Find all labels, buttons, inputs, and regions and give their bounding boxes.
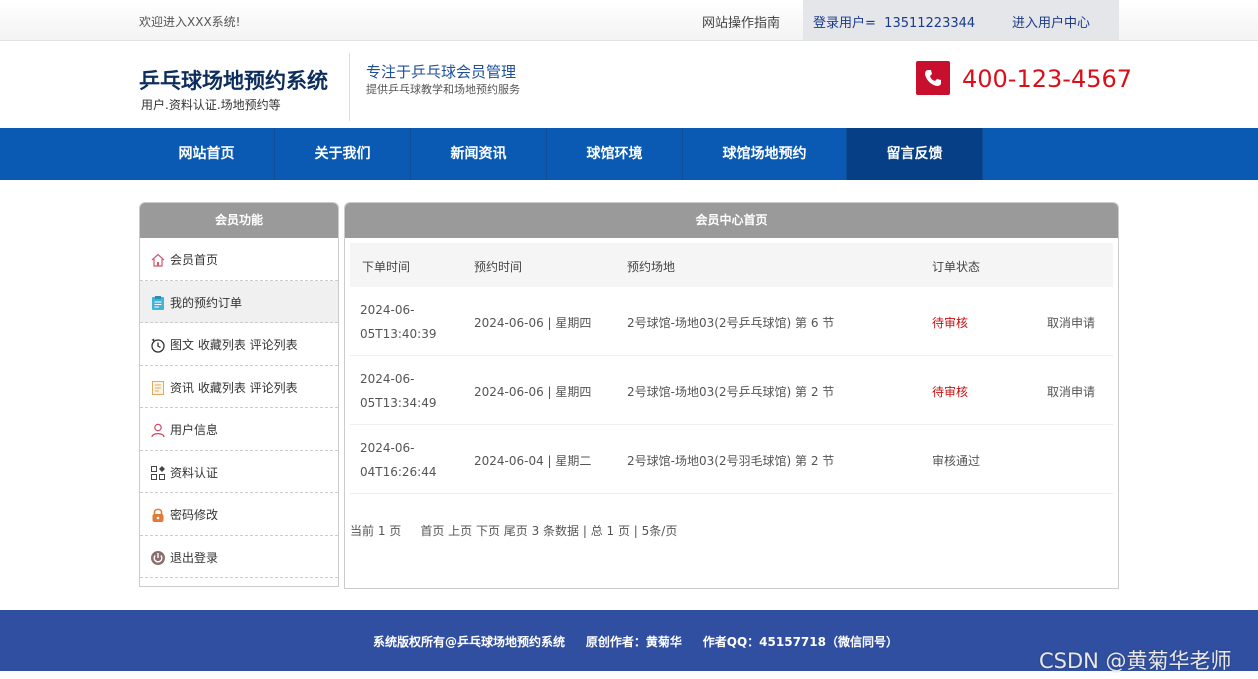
power-icon	[151, 550, 165, 565]
member-sidebar: 会员功能 会员首页 我的预约订单 图文 收藏列表 评论列表 资讯 收藏列表 评论…	[139, 202, 339, 587]
column-header-venue: 预约场地	[627, 260, 676, 274]
panel-title: 会员中心首页	[345, 203, 1118, 238]
hotline-number: 400-123-4567	[962, 65, 1133, 93]
sidebar-item-logout[interactable]: 退出登录	[140, 536, 338, 578]
document-icon	[152, 380, 164, 395]
table-row: 2024-06- 05T13:34:49 2024-06-06 | 星期四 2号球…	[350, 356, 1113, 425]
footer-copyright: 系统版权所有@乒乓球场地预约系统 原创作者：黄菊华 作者QQ：45157718（…	[373, 635, 898, 649]
column-header-status: 订单状态	[932, 260, 981, 274]
venue-cell: 2号球馆-场地03(2号羽毛球馆) 第 2 节	[627, 454, 835, 468]
slogan: 专注于乒乓球会员管理	[366, 63, 517, 81]
sidebar-item-password-change[interactable]: 密码修改	[140, 493, 338, 536]
sidebar-item-my-orders[interactable]: 我的预约订单	[140, 280, 338, 323]
sidebar-item-user-info[interactable]: 用户信息	[140, 408, 338, 451]
status-badge: 审核通过	[932, 454, 981, 468]
booking-time-cell: 2024-06-06 | 星期四	[474, 385, 592, 399]
logo-subtitle: 用户.资料认证.场地预约等	[141, 98, 281, 112]
nav-item-environment[interactable]: 球馆环境	[547, 128, 683, 180]
lock-icon	[152, 508, 164, 522]
sidebar-item-verification[interactable]: 资料认证	[140, 451, 338, 493]
top-bar: 欢迎进入XXX系统! 网站操作指南 登录用户= 13511223344 进入用户…	[0, 0, 1258, 41]
phone-icon	[916, 61, 950, 95]
venue-cell: 2号球馆-场地03(2号乒乓球馆) 第 6 节	[627, 316, 835, 330]
status-badge: 待审核	[932, 316, 969, 330]
sidebar-item-member-home[interactable]: 会员首页	[140, 238, 338, 281]
nav-item-feedback[interactable]: 留言反馈	[847, 128, 983, 180]
user-icon	[151, 423, 165, 438]
watermark-text: CSDN @黄菊华老师	[1039, 649, 1232, 673]
header-divider	[349, 53, 350, 121]
enter-user-center-link[interactable]: 进入用户中心	[1012, 12, 1090, 31]
pagination[interactable]: 当前 1 页 首页 上页 下页 尾页 3 条数据 | 总 1 页 | 5条/页	[350, 522, 677, 539]
guide-link[interactable]: 网站操作指南	[702, 12, 780, 31]
cancel-request-link[interactable]: 取消申请	[1047, 314, 1095, 331]
site-logo[interactable]: 乒乓球场地预约系统	[139, 65, 328, 95]
sidebar-item-graphic-favorites[interactable]: 图文 收藏列表 评论列表	[140, 323, 338, 366]
table-row: 2024-06- 05T13:40:39 2024-06-06 | 星期四 2号球…	[350, 287, 1113, 356]
column-header-booking-time: 预约时间	[474, 260, 523, 274]
nav-item-home[interactable]: 网站首页	[139, 128, 275, 180]
order-time-cell: 2024-06- 05T13:34:49	[360, 372, 437, 410]
nav-item-booking[interactable]: 球馆场地预约	[683, 128, 847, 180]
login-user-text: 登录用户= 13511223344	[813, 16, 976, 31]
member-center-panel: 会员中心首页 下单时间 预约时间 预约场地 订单状态 2024-06- 05T13…	[344, 202, 1119, 589]
sidebar-item-news-favorites[interactable]: 资讯 收藏列表 评论列表	[140, 366, 338, 408]
order-time-cell: 2024-06- 04T16:26:44	[360, 441, 437, 479]
main-nav: 网站首页 关于我们 新闻资讯 球馆环境 球馆场地预约 留言反馈	[0, 128, 1258, 180]
status-badge: 待审核	[932, 385, 969, 399]
nav-item-news[interactable]: 新闻资讯	[411, 128, 547, 180]
table-header: 下单时间 预约时间 预约场地 订单状态	[350, 243, 1113, 287]
column-header-order-time: 下单时间	[362, 260, 411, 274]
booking-time-cell: 2024-06-04 | 星期二	[474, 454, 592, 468]
user-box: 登录用户= 13511223344 进入用户中心	[803, 0, 1119, 40]
booking-time-cell: 2024-06-06 | 星期四	[474, 316, 592, 330]
cancel-request-link[interactable]: 取消申请	[1047, 383, 1095, 400]
table-row: 2024-06- 04T16:26:44 2024-06-04 | 星期二 2号球…	[350, 425, 1113, 494]
clipboard-icon	[152, 295, 164, 310]
header: 乒乓球场地预约系统 用户.资料认证.场地预约等 专注于乒乓球会员管理 提供乒乓球…	[0, 41, 1258, 128]
orders-table: 下单时间 预约时间 预约场地 订单状态 2024-06- 05T13:40:39 …	[350, 243, 1113, 494]
slogan-subtitle: 提供乒乓球教学和场地预约服务	[366, 83, 520, 96]
refresh-clock-icon	[151, 338, 165, 353]
nav-item-about[interactable]: 关于我们	[275, 128, 411, 180]
home-icon	[151, 253, 165, 267]
order-time-cell: 2024-06- 05T13:40:39	[360, 303, 437, 341]
sidebar-title: 会员功能	[140, 203, 338, 238]
grid-icon	[151, 465, 165, 480]
welcome-text: 欢迎进入XXX系统!	[139, 15, 241, 29]
venue-cell: 2号球馆-场地03(2号乒乓球馆) 第 2 节	[627, 385, 835, 399]
